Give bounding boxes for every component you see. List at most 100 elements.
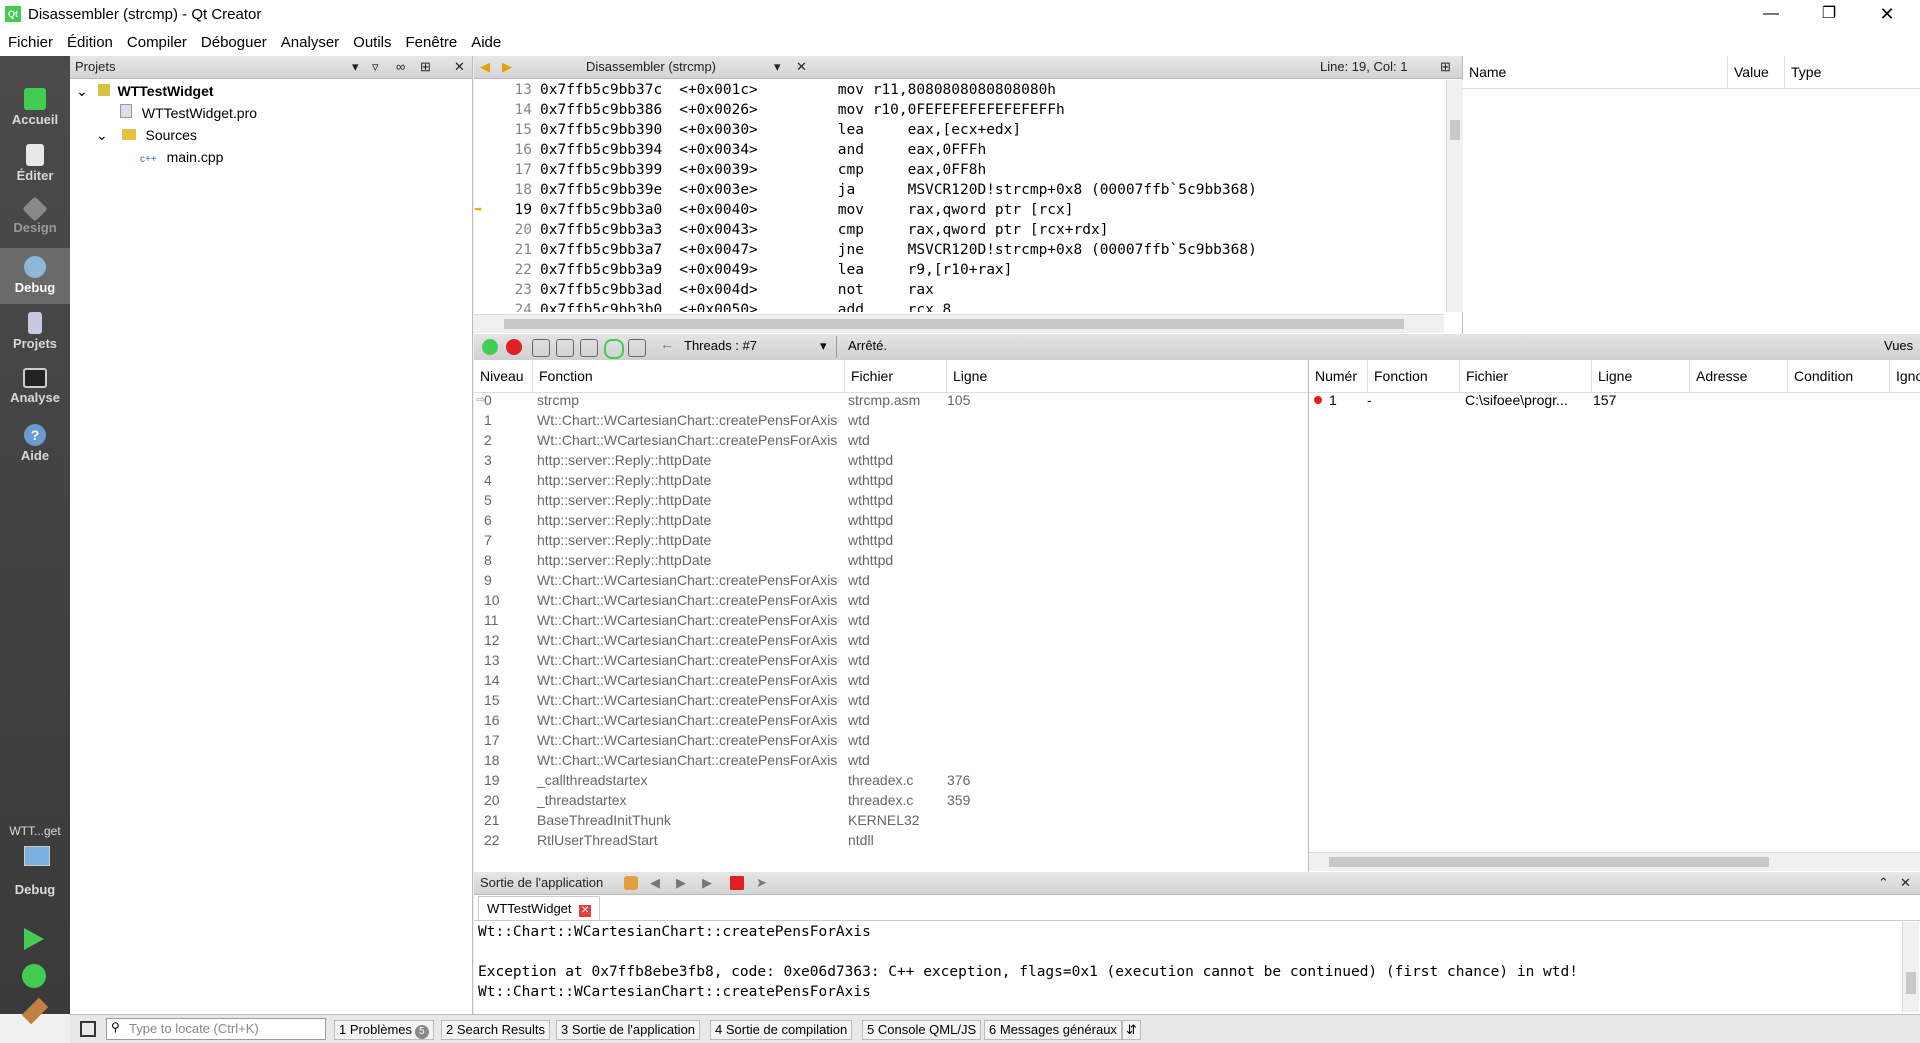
menu-fichier[interactable]: Fichier bbox=[0, 30, 59, 51]
mode-aide[interactable]: ? Aide bbox=[0, 416, 70, 472]
step-over-icon[interactable] bbox=[532, 339, 550, 357]
close-tab-icon[interactable]: ✕ bbox=[579, 905, 592, 917]
tab-application-output[interactable]: 3 Sortie de l'application bbox=[556, 1020, 701, 1040]
stop-icon[interactable] bbox=[730, 876, 744, 890]
menu-edition[interactable]: Édition bbox=[59, 30, 119, 51]
tree-item-sources[interactable]: ⌄ Sources bbox=[96, 124, 197, 146]
stack-frame-row[interactable]: 17 Wt::Chart::WCartesianChart::createPens… bbox=[474, 730, 1308, 750]
step-into-icon[interactable] bbox=[556, 339, 574, 357]
column-file[interactable]: Fichier bbox=[844, 360, 893, 392]
disassembly-line[interactable]: 23 0x7ffb5c9bb3ad <+0x004d> not rax bbox=[474, 280, 934, 300]
stack-frame-row[interactable]: 6 http::server::Reply::httpDate wthttpd bbox=[474, 510, 1308, 530]
editor-document-title[interactable]: Disassembler (strcmp) bbox=[586, 56, 716, 78]
stack-frame-row[interactable]: 13 Wt::Chart::WCartesianChart::createPens… bbox=[474, 650, 1308, 670]
column-line[interactable]: Ligne bbox=[946, 360, 987, 392]
disassembly-view[interactable]: 13 0x7ffb5c9bb37c <+0x001c> mov r11,8080808… bbox=[474, 80, 1444, 312]
close-window-button[interactable]: ✕ bbox=[1864, 0, 1910, 30]
menu-fenetre[interactable]: Fenêtre bbox=[398, 30, 464, 51]
column-value[interactable]: Value bbox=[1727, 56, 1769, 88]
mode-analyse[interactable]: Analyse bbox=[0, 360, 70, 416]
column-number[interactable]: Numér bbox=[1309, 360, 1357, 392]
mode-design[interactable]: Design bbox=[0, 192, 70, 248]
disassembly-line[interactable]: 22 0x7ffb5c9bb3a9 <+0x0049> lea r9,[r10+rax… bbox=[474, 260, 1013, 280]
stack-frame-row[interactable]: 1 Wt::Chart::WCartesianChart::createPensF… bbox=[474, 410, 1308, 430]
tree-item-main-cpp[interactable]: c++ main.cpp bbox=[140, 146, 223, 168]
filter-icon[interactable]: ▿ bbox=[372, 56, 379, 78]
stack-frame-row[interactable]: 5 http::server::Reply::httpDate wthttpd bbox=[474, 490, 1308, 510]
column-function[interactable]: Fonction bbox=[1367, 360, 1428, 392]
menu-compiler[interactable]: Compiler bbox=[119, 30, 193, 51]
next-icon[interactable]: ▶ bbox=[676, 872, 686, 894]
column-level[interactable]: Niveau bbox=[474, 360, 524, 392]
stack-frame-row[interactable]: 21 BaseThreadInitThunk KERNEL32 bbox=[474, 810, 1308, 830]
maximize-pane-icon[interactable]: ⌃ bbox=[1878, 872, 1889, 894]
column-condition[interactable]: Condition bbox=[1787, 360, 1853, 392]
kit-target-label[interactable]: WTT...get bbox=[0, 824, 70, 838]
menu-analyser[interactable]: Analyser bbox=[273, 30, 345, 51]
stack-frame-row[interactable]: ⇨ 0 strcmp strcmp.asm 105 bbox=[474, 390, 1308, 410]
maximize-button[interactable]: ❐ bbox=[1806, 0, 1852, 30]
stack-frame-row[interactable]: 16 Wt::Chart::WCartesianChart::createPens… bbox=[474, 710, 1308, 730]
column-type[interactable]: Type bbox=[1784, 56, 1821, 88]
menu-deboguer[interactable]: Déboguer bbox=[193, 30, 273, 51]
stack-frame-row[interactable]: 10 Wt::Chart::WCartesianChart::createPens… bbox=[474, 590, 1308, 610]
continue-icon[interactable] bbox=[482, 339, 498, 355]
disassembly-line[interactable]: 13 0x7ffb5c9bb37c <+0x001c> mov r11,8080808… bbox=[474, 80, 1057, 100]
disassembly-line[interactable]: 15 0x7ffb5c9bb390 <+0x0030> lea eax,[ecx+ed… bbox=[474, 120, 1022, 140]
breakpoint-row[interactable]: 1 - C:\sifoee\progr... 157 bbox=[1309, 390, 1920, 410]
disassembly-line[interactable]: 17 0x7ffb5c9bb399 <+0x0039> cmp eax,0FF8h bbox=[474, 160, 987, 180]
disassembly-line[interactable]: 20 0x7ffb5c9bb3a3 <+0x0043> cmp rax,qword p… bbox=[474, 220, 1109, 240]
tab-qml-console[interactable]: 5 Console QML/JS bbox=[862, 1020, 982, 1040]
scroll-thumb[interactable] bbox=[1329, 857, 1769, 867]
back-arrow-icon[interactable]: ← bbox=[660, 336, 674, 352]
column-line[interactable]: Ligne bbox=[1591, 360, 1632, 392]
vertical-scrollbar[interactable] bbox=[1446, 80, 1463, 312]
split-icon[interactable]: ⊞ bbox=[420, 56, 431, 78]
rerun-icon[interactable] bbox=[624, 876, 638, 890]
mode-debug[interactable]: Debug bbox=[0, 248, 70, 304]
chevron-down-icon[interactable]: ⌄ bbox=[96, 127, 108, 143]
run-gray-icon[interactable]: ▶ bbox=[702, 872, 712, 894]
column-ignore[interactable]: Igno bbox=[1889, 360, 1920, 392]
build-hammer-icon[interactable] bbox=[21, 997, 49, 1025]
menu-aide[interactable]: Aide bbox=[463, 30, 507, 51]
chevron-down-icon[interactable]: ▾ bbox=[774, 56, 781, 78]
stack-frame-row[interactable]: 9 Wt::Chart::WCartesianChart::createPensF… bbox=[474, 570, 1308, 590]
stack-frame-row[interactable]: 15 Wt::Chart::WCartesianChart::createPens… bbox=[474, 690, 1308, 710]
chevron-down-icon[interactable]: ⌄ bbox=[76, 83, 88, 99]
back-arrow-icon[interactable]: ◀ bbox=[480, 56, 490, 78]
column-address[interactable]: Adresse bbox=[1689, 360, 1747, 392]
minimize-button[interactable]: — bbox=[1748, 0, 1794, 30]
more-tabs-button[interactable]: ⇵ bbox=[1122, 1020, 1141, 1040]
start-debugging-icon[interactable] bbox=[22, 964, 46, 988]
disassembler-editor[interactable]: ◀ ▶ Disassembler (strcmp) ▾ ✕ Line: 19, … bbox=[474, 56, 1463, 334]
disassembly-line[interactable]: ➡ 19 0x7ffb5c9bb3a0 <+0x0040> mov rax,qword … bbox=[474, 200, 1074, 220]
mode-projets[interactable]: Projets bbox=[0, 304, 70, 360]
previous-icon[interactable]: ◀ bbox=[650, 872, 660, 894]
views-button[interactable]: Vues bbox=[1884, 338, 1913, 353]
disassembly-line[interactable]: 16 0x7ffb5c9bb394 <+0x0034> and eax,0FFFh bbox=[474, 140, 987, 160]
stop-debugger-icon[interactable] bbox=[506, 339, 522, 355]
tree-item-pro-file[interactable]: WTTestWidget.pro bbox=[120, 102, 257, 124]
stack-frame-row[interactable]: 12 Wt::Chart::WCartesianChart::createPens… bbox=[474, 630, 1308, 650]
toggle-sidebar-icon[interactable] bbox=[80, 1021, 96, 1037]
disassembly-line[interactable]: 21 0x7ffb5c9bb3a7 <+0x0047> jne MSVCR120D!s… bbox=[474, 240, 1257, 260]
column-name[interactable]: Name bbox=[1463, 56, 1506, 84]
disassembly-line[interactable]: 18 0x7ffb5c9bb39e <+0x003e> ja MSVCR120D!st… bbox=[474, 180, 1257, 200]
stack-frame-row[interactable]: 4 http::server::Reply::httpDate wthttpd bbox=[474, 470, 1308, 490]
restart-icon[interactable] bbox=[604, 339, 624, 359]
column-function[interactable]: Fonction bbox=[532, 360, 593, 392]
close-icon[interactable]: ✕ bbox=[454, 56, 465, 78]
forward-arrow-icon[interactable]: ▶ bbox=[502, 56, 512, 78]
run-icon[interactable] bbox=[24, 928, 44, 950]
computer-icon[interactable] bbox=[24, 846, 50, 866]
stack-frame-row[interactable]: 8 http::server::Reply::httpDate wthttpd bbox=[474, 550, 1308, 570]
instruction-mode-icon[interactable] bbox=[628, 339, 646, 357]
horizontal-scrollbar[interactable] bbox=[1309, 852, 1920, 871]
scroll-thumb[interactable] bbox=[504, 319, 1404, 329]
disassembly-line[interactable]: 24 0x7ffb5c9bb3b0 <+0x0050> add rcx,8 bbox=[474, 300, 952, 312]
close-document-icon[interactable]: ✕ bbox=[796, 56, 807, 78]
close-pane-icon[interactable]: ✕ bbox=[1900, 872, 1911, 894]
attach-icon[interactable]: ➤ bbox=[756, 872, 767, 894]
disassembly-line[interactable]: 14 0x7ffb5c9bb386 <+0x0026> mov r10,0FEFEFE… bbox=[474, 100, 1065, 120]
